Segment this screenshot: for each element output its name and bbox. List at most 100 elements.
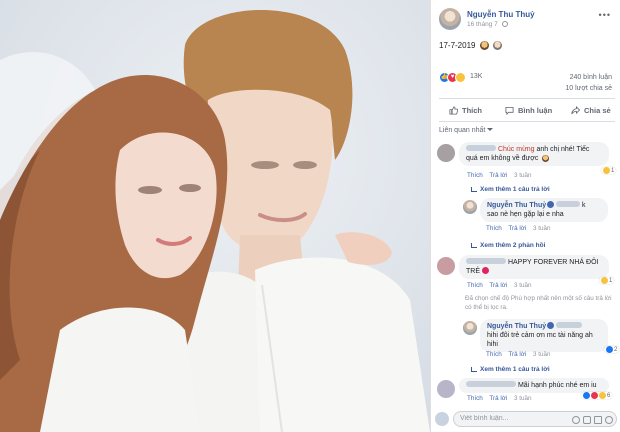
comment-reply-link[interactable]: Trả lời (489, 282, 507, 289)
view-more-replies[interactable]: Xem thêm 1 câu trả lời (471, 186, 550, 193)
comment-text: TRẺ (466, 268, 480, 275)
comment-button[interactable]: Bình luận (505, 104, 552, 117)
comment-bubble: Mãi hạnh phúc nhé em iu (459, 378, 609, 393)
post-photo[interactable] (0, 0, 430, 432)
commenter-avatar[interactable] (437, 257, 455, 275)
share-button[interactable]: Chia sẻ (571, 104, 611, 117)
comment-like-link[interactable]: Thích (467, 282, 483, 289)
chevron-down-icon (487, 128, 494, 131)
love-reaction-icon (591, 392, 598, 399)
comment-text: HAPPY FOREVER NHÁ ĐÔI (507, 259, 599, 266)
comment-author[interactable]: Nguyễn Thu Thuỷ (487, 202, 546, 209)
haha-reaction-icon (599, 392, 606, 399)
share-icon (571, 106, 580, 115)
camera-icon[interactable] (583, 416, 591, 424)
comment-reaction-number: 1 (609, 277, 613, 284)
comment-time[interactable]: 3 tuần (533, 225, 551, 232)
sort-label: Liên quan nhất (439, 127, 486, 134)
emoji-icon (542, 155, 550, 162)
post-date[interactable]: 16 tháng 7 (467, 21, 498, 28)
comment-reaction-number: 1 (611, 167, 615, 174)
like-reaction-icon (583, 392, 590, 399)
comment-like-link[interactable]: Thích (467, 172, 483, 179)
comments-count[interactable]: 240 bình luận (565, 72, 612, 83)
comment-meta: Thích Trả lời 3 tuần (486, 225, 556, 232)
verified-icon (547, 201, 555, 208)
commenter-avatar[interactable] (437, 380, 455, 398)
comment-bubble: Chúc mừng anh chị nhé! Tiếc quá em không… (459, 142, 609, 166)
comment-reaction-count[interactable]: 2 (604, 346, 620, 353)
post-side-panel: Nguyễn Thu Thuỷ 16 tháng 7 ••• 17-7-2019… (430, 0, 620, 432)
emoji-person-icon (492, 41, 502, 50)
view-more-replies-label: Xem thêm 2 phản hồi (480, 242, 546, 249)
view-more-replies[interactable]: Xem thêm 1 câu trả lời (471, 366, 550, 373)
comment-text: hihi (487, 341, 498, 348)
comment-reply-link[interactable]: Trả lời (508, 351, 526, 358)
comment-composer (435, 410, 617, 428)
comment-time[interactable]: 3 tuần (533, 351, 551, 358)
caption-text: 17-7-2019 (439, 41, 476, 50)
comment-field[interactable] (453, 411, 617, 427)
filter-note: Đã chọn chế độ Phù hợp nhất nên một số c… (465, 295, 612, 311)
author-avatar[interactable] (439, 8, 461, 30)
replier-avatar[interactable] (463, 200, 477, 214)
globe-icon (501, 21, 508, 27)
view-more-replies-label: Xem thêm 1 câu trả lời (480, 186, 550, 193)
comment-like-link[interactable]: Thích (486, 351, 502, 358)
comment-input[interactable] (460, 415, 560, 422)
blurred-name (556, 201, 581, 207)
comment-meta: Thích Trả lời 3 tuần (467, 395, 537, 402)
more-options-icon[interactable]: ••• (599, 10, 611, 20)
like-reaction-icon (606, 346, 613, 353)
comment-bubble: Nguyễn Thu Thuỷ hihi đôi trẻ cảm ơn mc t… (480, 319, 608, 352)
comment-text: k (582, 202, 586, 209)
author-name[interactable]: Nguyễn Thu Thuỷ (467, 10, 535, 19)
comment-meta: Thích Trả lời 3 tuần (467, 172, 537, 179)
comment-text: sao nè hẹn gặp lại e nha (487, 211, 564, 218)
reply-arrow-icon (471, 243, 477, 248)
comment-text: quá em không về được (466, 155, 539, 162)
comment-highlight: Chúc mừng (497, 146, 535, 153)
gif-icon[interactable] (594, 416, 602, 424)
comment-bubble: HAPPY FOREVER NHÁ ĐÔI TRẺ (459, 255, 609, 279)
comment-reaction-count[interactable]: 1 (599, 277, 615, 284)
share-button-label: Chia sẻ (584, 106, 611, 115)
like-button-label: Thích (462, 106, 482, 115)
post-header: Nguyễn Thu Thuỷ 16 tháng 7 ••• (439, 6, 615, 32)
blurred-name (466, 381, 516, 387)
view-more-replies-label: Xem thêm 1 câu trả lời (480, 366, 550, 373)
comment-reaction-count[interactable]: 6 (581, 392, 613, 399)
heart-icon (481, 267, 489, 274)
comment-like-link[interactable]: Thích (467, 395, 483, 402)
comment-button-label: Bình luận (518, 106, 553, 115)
post-date-row: 16 tháng 7 (467, 21, 508, 28)
comment-time[interactable]: 3 tuần (514, 172, 532, 179)
replier-avatar[interactable] (463, 321, 477, 335)
haha-reaction-icon (601, 277, 608, 284)
comment-reaction-number: 6 (607, 392, 611, 399)
comment-like-link[interactable]: Thích (486, 225, 502, 232)
comment-author[interactable]: Nguyễn Thu Thuỷ (487, 323, 546, 330)
comment-sort-dropdown[interactable]: Liên quan nhất (439, 127, 494, 134)
emoji-picker-icon[interactable] (572, 416, 580, 424)
haha-reaction-icon (455, 72, 466, 83)
comment-reply-link[interactable]: Trả lời (489, 172, 507, 179)
like-button[interactable]: Thích (449, 104, 482, 117)
commenter-avatar[interactable] (437, 144, 455, 162)
comment-bubble: Nguyễn Thu Thuỷ k sao nè hẹn gặp lại e n… (480, 198, 608, 222)
blurred-name (556, 322, 583, 328)
comment-reply-link[interactable]: Trả lời (508, 225, 526, 232)
comment-text: hihi đôi trẻ cảm ơn mc tài năng ah (487, 332, 593, 339)
view-more-replies[interactable]: Xem thêm 2 phản hồi (471, 242, 545, 249)
comment-time[interactable]: 3 tuần (514, 282, 532, 289)
comment-reaction-count[interactable]: 1 (601, 167, 617, 174)
post-stats: 240 bình luận 10 lượt chia sẻ (565, 72, 612, 94)
reply-arrow-icon (471, 187, 477, 192)
reaction-count[interactable]: 13K (470, 73, 482, 80)
comment-reply-link[interactable]: Trả lời (489, 395, 507, 402)
blurred-name (466, 258, 506, 264)
comment-reaction-number: 2 (614, 346, 618, 353)
comment-time[interactable]: 3 tuần (514, 395, 532, 402)
sticker-icon[interactable] (605, 416, 613, 424)
shares-count[interactable]: 10 lượt chia sẻ (565, 83, 612, 94)
